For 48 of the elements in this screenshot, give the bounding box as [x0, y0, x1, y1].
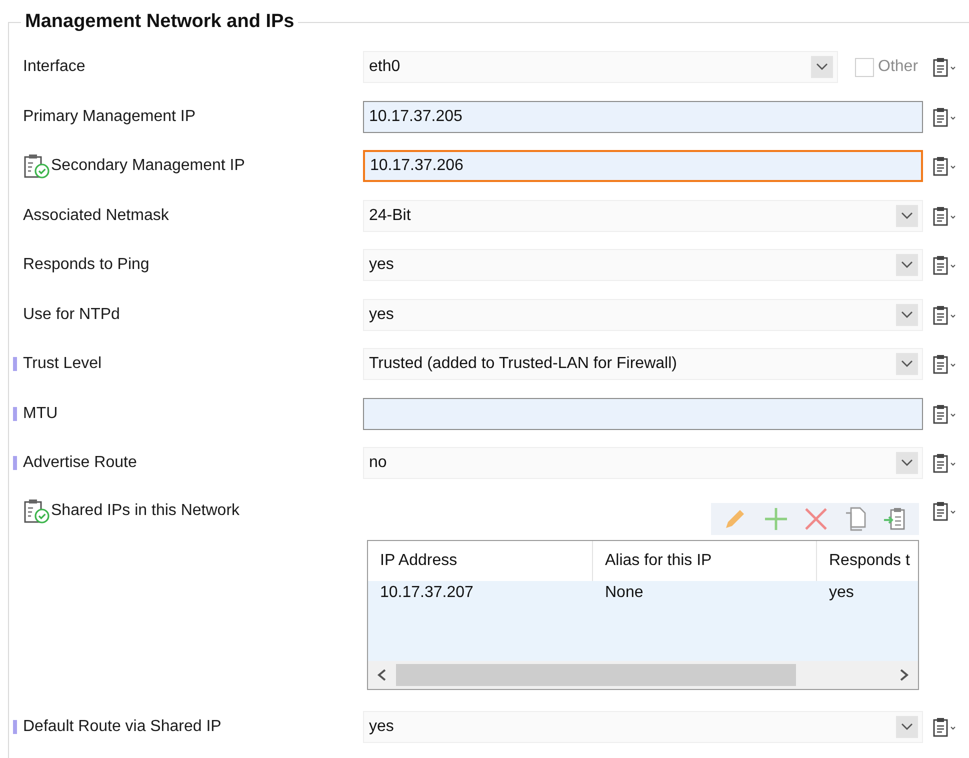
clipboard-menu-icon[interactable] — [932, 106, 958, 127]
marker-bar — [13, 720, 17, 734]
dropdown[interactable]: yes — [363, 298, 923, 331]
dropdown[interactable]: 24-Bit — [363, 200, 923, 232]
field-label: Shared IPs in this Network — [51, 501, 240, 521]
dropdown[interactable]: eth0 — [363, 51, 838, 84]
input-field[interactable]: 10.17.37.205 — [363, 100, 923, 133]
clipboard-check-icon — [23, 498, 51, 524]
clipboard-menu-icon[interactable] — [932, 716, 958, 737]
horizontal-scrollbar[interactable] — [368, 661, 918, 689]
field-label: Use for NTPd — [23, 304, 120, 325]
table-cell-text: 10.17.37.207 — [379, 583, 474, 603]
copy-icon[interactable] — [843, 506, 868, 532]
field-label: Associated Netmask — [23, 206, 169, 226]
marker-bar — [13, 406, 17, 421]
field-label: MTU — [23, 404, 58, 424]
table-cell-text: None — [604, 583, 644, 603]
field-label: Default Route via Shared IP — [23, 716, 222, 737]
field-label: Primary Management IP — [23, 106, 196, 127]
clipboard-check-icon — [23, 153, 51, 180]
group-title: Management Network and IPs — [25, 11, 294, 32]
dropdown[interactable]: yes — [363, 710, 923, 743]
checkbox-label: Other — [878, 57, 918, 78]
column-header[interactable]: IP Address — [368, 541, 593, 581]
field-label: Responds to Ping — [23, 255, 150, 276]
field-label: Advertise Route — [23, 453, 137, 474]
clipboard-menu-icon[interactable] — [932, 304, 958, 325]
column-header[interactable]: Alias for this IP — [593, 541, 817, 581]
clipboard-menu-icon[interactable] — [932, 501, 958, 521]
column-header[interactable]: Responds t — [817, 541, 918, 581]
field-label: Interface — [23, 57, 86, 78]
clipboard-menu-icon[interactable] — [932, 453, 958, 474]
field-label: Trust Level — [23, 354, 102, 374]
field-label: Secondary Management IP — [51, 156, 245, 176]
marker-bar — [13, 456, 17, 470]
clipboard-menu-icon[interactable] — [932, 57, 958, 78]
marker-bar — [13, 357, 17, 372]
clipboard-menu-icon[interactable] — [932, 354, 958, 374]
input-field[interactable] — [363, 398, 923, 430]
clipboard-menu-icon[interactable] — [932, 156, 958, 176]
table-cell-text: yes — [828, 583, 855, 603]
dropdown[interactable]: Trusted (added to Trusted-LAN for Firewall) — [363, 348, 923, 380]
dropdown[interactable]: yes — [363, 249, 923, 282]
clipboard-menu-icon[interactable] — [932, 404, 958, 424]
clipboard-menu-icon[interactable] — [932, 206, 958, 226]
clipboard-menu-icon[interactable] — [932, 255, 958, 276]
dropdown[interactable]: no — [363, 447, 923, 480]
input-field[interactable]: 10.17.37.206 — [363, 150, 923, 182]
